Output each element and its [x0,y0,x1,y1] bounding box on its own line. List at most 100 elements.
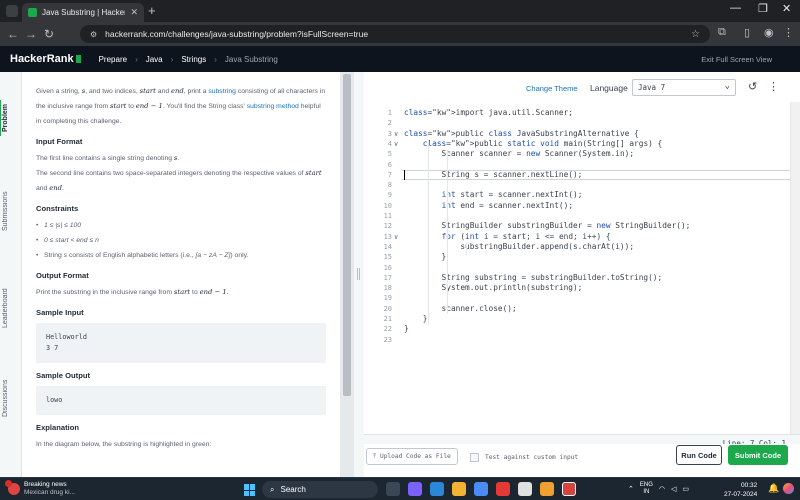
browser-tab[interactable]: Java Substring | HackerRank ✕ [22,3,144,22]
splitter-grip-icon[interactable] [357,268,360,280]
search-icon: ⌕ [270,484,275,494]
crumb-prepare[interactable]: Prepare [99,55,127,64]
math-end: end [171,87,184,95]
tab-discussions[interactable]: Discussions [2,372,20,424]
code-line[interactable]: 1 class="kw">import java.util.Scanner; [364,108,790,118]
line-number: 6 [387,160,392,169]
edge-icon[interactable] [430,482,444,496]
news-widget[interactable]: Breaking news Mexican drug ki... [5,480,75,497]
site-info-icon[interactable]: ⚙ [90,30,97,39]
windows-start-icon[interactable] [244,484,256,496]
maximize-icon[interactable]: ❐ [758,2,768,15]
upload-label: Upload Code as File [379,453,451,460]
constraint-item: 0 ≤ start < end ≤ n [36,233,326,248]
taskbar-search[interactable]: ⌕ Search [262,481,378,498]
submit-code-button[interactable]: Submit Code [728,445,788,465]
close-tab-icon[interactable]: ✕ [130,7,138,18]
battery-icon[interactable]: ▭ [682,485,689,493]
close-window-icon[interactable]: ✕ [782,2,791,15]
line-number: 18 [383,284,392,293]
code-line[interactable]: 22} [364,324,790,334]
text: The first line contains a single string … [36,155,174,162]
hackerrank-logo[interactable]: HackerRank [10,53,81,65]
text: and [36,185,50,192]
news-title: Breaking news [24,481,67,488]
fold-chevron-icon[interactable]: ∨ [394,139,398,149]
reload-icon[interactable]: ↻ [40,27,58,41]
chrome-menu-icon[interactable]: ⋮ [783,26,794,39]
substring-link[interactable]: substring [208,88,236,95]
mcafee-icon[interactable] [496,482,510,496]
file-explorer-icon[interactable] [452,482,466,496]
wifi-icon[interactable]: ◠ [659,485,665,493]
custom-input-label[interactable]: Test against custom input [485,454,578,461]
notification-bell-icon[interactable]: 🔔 [768,483,779,494]
omnibox[interactable]: ⚙ hackerrank.com/challenges/java-substri… [80,25,710,43]
url-text[interactable]: hackerrank.com/challenges/java-substring… [105,29,683,39]
tab-leaderboard[interactable]: Leaderboard [2,280,20,336]
back-icon[interactable]: ← [4,27,22,41]
crumb-java[interactable]: Java [146,55,163,64]
volume-icon[interactable]: ◁ [671,485,676,493]
pane-splitter[interactable] [354,72,364,477]
upload-code-button[interactable]: ⤒ Upload Code as File [366,448,458,465]
tab-problem[interactable]: Problem [2,100,20,136]
reset-code-icon[interactable]: ↺ [748,80,757,93]
exit-fullscreen-link[interactable]: Exit Full Screen View [701,55,772,64]
code-text: String s = scanner.nextLine(); [404,169,583,179]
app-icon[interactable] [540,482,554,496]
profile-icon[interactable]: ◉ [764,26,774,39]
tab-submissions[interactable]: Submissions [2,184,20,238]
fold-chevron-icon[interactable]: ∨ [394,129,398,139]
bookmark-star-icon[interactable]: ☆ [691,29,700,40]
custom-input-checkbox[interactable] [470,453,479,462]
math-start: start [173,288,191,296]
problem-scrollbar[interactable] [340,72,354,477]
new-tab-button[interactable]: + [148,3,156,18]
change-theme-button[interactable]: Change Theme [526,84,578,93]
constraint-item: String s consists of English alphabetic … [36,248,326,263]
text: . You'll find the String class' [162,103,247,110]
code-text: int end = scanner.nextInt(); [441,200,574,210]
notification-badge [5,480,12,487]
code-editor-panel: Change Theme Language Java 7 ⌄ ↺ ⋮ 1 clas… [364,72,800,477]
text: ) only. [230,252,249,259]
fold-chevron-icon[interactable]: ∨ [394,232,398,242]
copilot-icon[interactable] [783,483,794,494]
chevron-up-icon[interactable]: ⌃ [628,485,634,493]
text: to [190,289,200,296]
code-line[interactable]: 3 ∨ class="kw">public class JavaSubstringA… [364,129,790,139]
task-view-icon[interactable] [386,482,400,496]
browser-tab-strip: Java Substring | HackerRank ✕ + — ❐ ✕ [0,0,800,22]
problem-scrollbar-thumb[interactable] [343,74,351,396]
forward-icon[interactable]: → [22,27,40,41]
run-code-button[interactable]: Run Code [676,445,722,465]
editor-menu-icon[interactable]: ⋮ [768,80,779,93]
news-text: Breaking news Mexican drug ki... [24,481,75,497]
code-line[interactable]: 23 [364,335,790,345]
substring-method-link[interactable]: substring method [247,103,299,110]
extensions-icon[interactable]: ⧉ [718,26,726,39]
crumb-strings[interactable]: Strings [181,55,206,64]
app-icon[interactable] [518,482,532,496]
clock[interactable]: 00:32 27-07-2024 [724,481,757,499]
teams-icon[interactable] [408,482,422,496]
code-text: class="kw">public static void main(Strin… [422,138,663,148]
math-end-minus-1: end − 1 [135,102,163,110]
tab-search-icon[interactable] [6,5,18,17]
math-end-minus-1: end − 1 [199,288,227,296]
indent-guide [428,140,429,325]
minimize-icon[interactable]: — [730,2,741,14]
text: and [155,88,172,95]
chrome-icon[interactable] [562,482,576,496]
store-icon[interactable] [474,482,488,496]
address-bar-row: ← → ↻ ⚙ hackerrank.com/challenges/java-s… [0,22,800,46]
code-line[interactable]: 2 [364,118,790,128]
language-select[interactable]: Java 7 ⌄ [632,79,736,96]
line-number: 9 [387,191,392,200]
input-language[interactable]: ENG IN [640,482,653,496]
sidepanel-icon[interactable]: ▯ [744,26,750,39]
logo-mark-icon [75,55,81,63]
code-area[interactable]: 1 class="kw">import java.util.Scanner; 2 3 ∨… [364,102,800,434]
editor-scrollbar[interactable] [790,102,800,434]
